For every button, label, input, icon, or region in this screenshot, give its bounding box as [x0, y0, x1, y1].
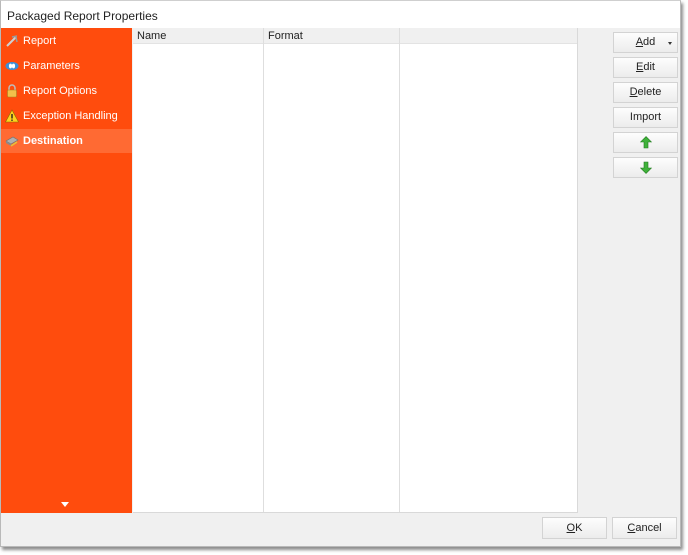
- import-button[interactable]: Import: [613, 107, 678, 128]
- ok-button[interactable]: OK: [542, 517, 607, 539]
- padlock-icon: [5, 84, 19, 98]
- sidebar-item-destination[interactable]: Destination: [1, 129, 132, 153]
- sidebar-item-label: Report Options: [23, 85, 97, 97]
- move-up-button[interactable]: [613, 132, 678, 153]
- dropdown-caret-icon[interactable]: [668, 42, 672, 45]
- move-down-button[interactable]: [613, 157, 678, 178]
- column-divider: [399, 28, 400, 512]
- sidebar-item-label: Parameters: [23, 60, 80, 72]
- list-header: Name Format: [133, 28, 577, 44]
- destination-icon: [5, 134, 19, 148]
- dialog-title: Packaged Report Properties: [7, 9, 158, 23]
- sidebar: Report Parameters Report Options Excepti…: [1, 28, 132, 513]
- column-header-name[interactable]: Name: [133, 28, 263, 44]
- report-wand-icon: [5, 34, 19, 48]
- sidebar-item-parameters[interactable]: Parameters: [1, 54, 132, 78]
- column-header-blank[interactable]: [400, 28, 576, 44]
- parameters-icon: [5, 59, 19, 73]
- sidebar-item-label: Destination: [23, 135, 83, 147]
- destination-list[interactable]: Name Format: [133, 28, 578, 513]
- sidebar-item-report-options[interactable]: Report Options: [1, 79, 132, 103]
- arrow-down-icon: [639, 161, 652, 174]
- column-header-format[interactable]: Format: [264, 28, 399, 44]
- delete-button[interactable]: Delete: [613, 82, 678, 103]
- sidebar-item-label: Report: [23, 35, 57, 47]
- sidebar-item-report[interactable]: Report: [1, 29, 132, 53]
- sidebar-item-exception-handling[interactable]: Exception Handling: [1, 104, 132, 128]
- warning-icon: [5, 109, 19, 123]
- sidebar-item-label: Exception Handling: [23, 110, 118, 122]
- title-bar: Packaged Report Properties: [1, 1, 680, 28]
- column-divider: [263, 28, 264, 512]
- add-button[interactable]: Add: [613, 32, 678, 53]
- chevron-down-icon[interactable]: [61, 502, 69, 507]
- cancel-button[interactable]: Cancel: [612, 517, 677, 539]
- packaged-report-properties-dialog: Packaged Report Properties Report Parame…: [0, 0, 681, 547]
- edit-button[interactable]: Edit: [613, 57, 678, 78]
- arrow-up-icon: [639, 136, 652, 149]
